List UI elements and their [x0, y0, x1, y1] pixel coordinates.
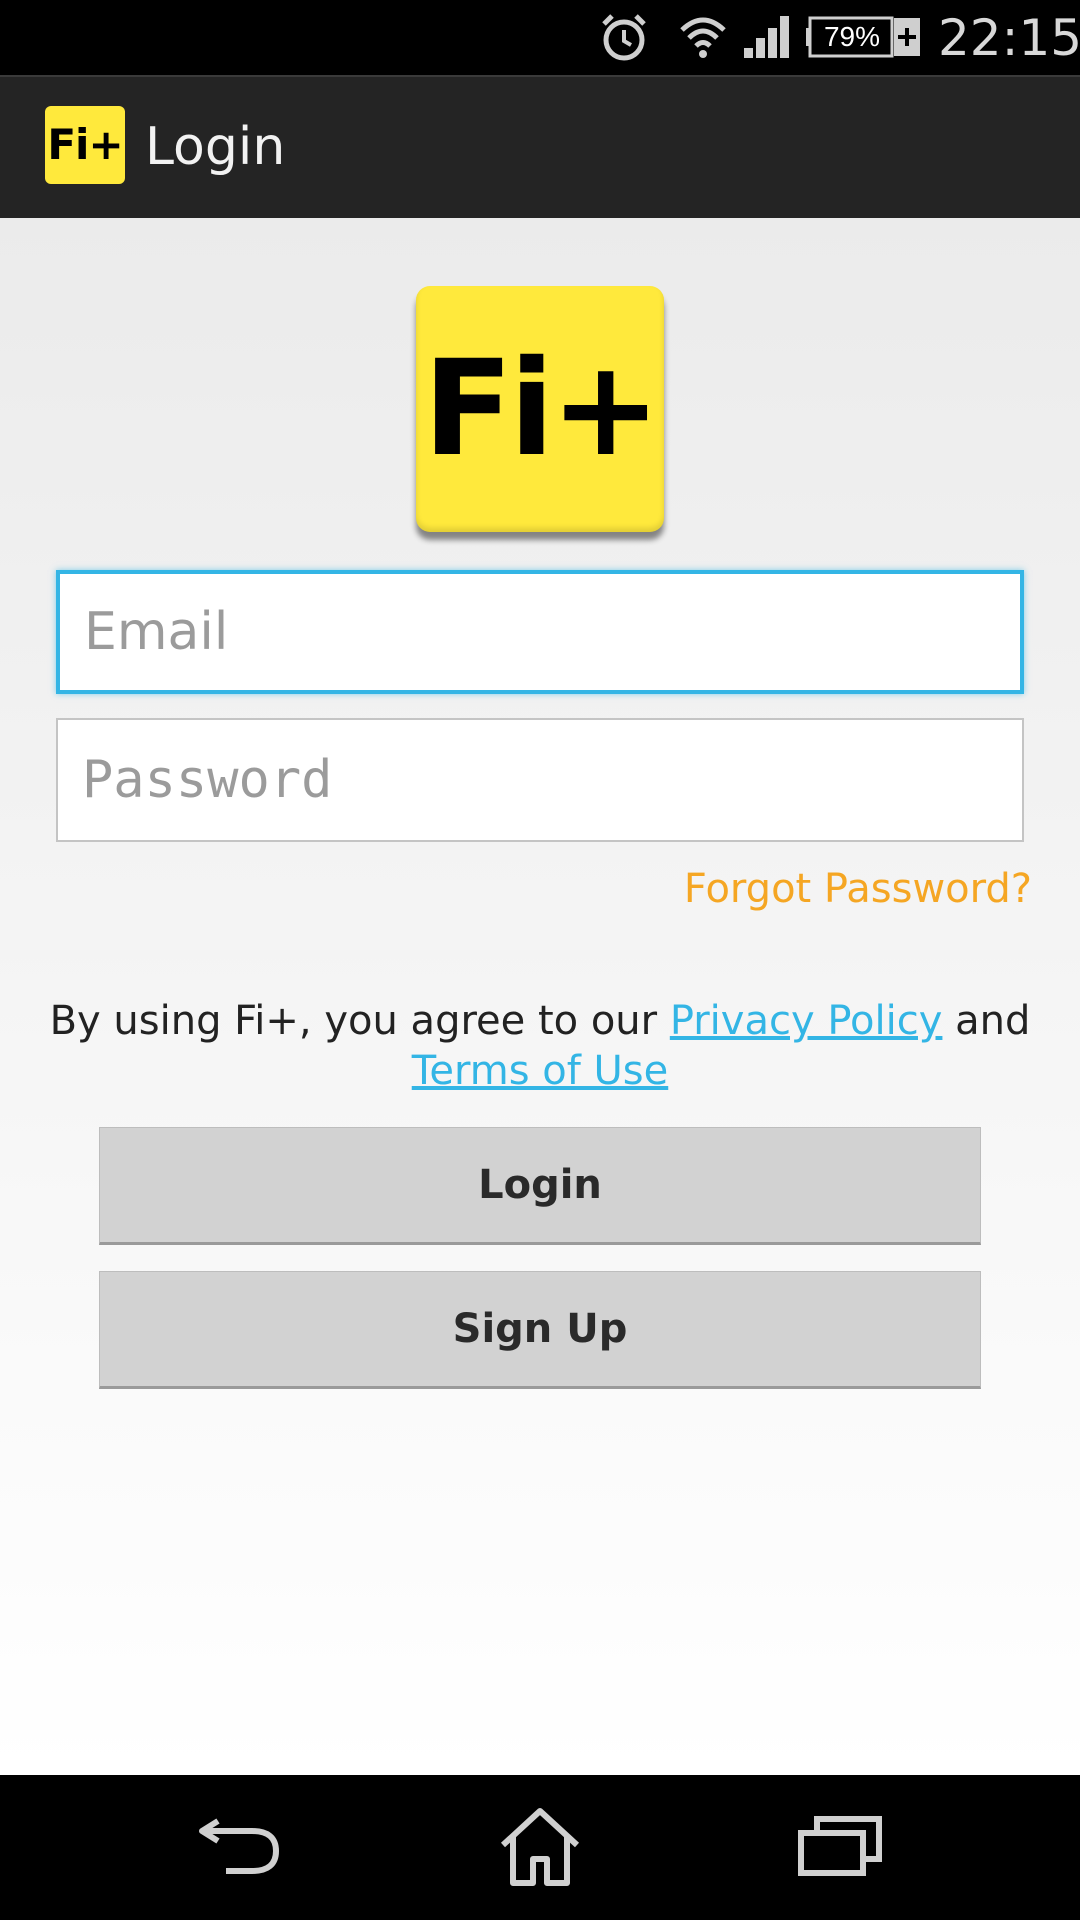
forgot-password-link[interactable]: Forgot Password? [684, 864, 1032, 914]
agreement-middle: and [942, 998, 1031, 1044]
alarm-icon [602, 14, 646, 61]
terms-of-use-link[interactable]: Terms of Use [412, 1048, 669, 1094]
signup-button[interactable]: Sign Up [99, 1271, 981, 1389]
wifi-icon [680, 17, 726, 58]
signal-icon [744, 16, 789, 58]
login-button[interactable]: Login [99, 1127, 981, 1245]
privacy-policy-link[interactable]: Privacy Policy [670, 998, 943, 1044]
recents-icon[interactable] [795, 1805, 885, 1889]
agreement-text: By using Fi+, you agree to our Privacy P… [40, 996, 1040, 1096]
login-form-container: Fi+ Forgot Password? By using Fi+, you a… [0, 218, 1080, 1775]
app-icon[interactable]: Fi+ [45, 106, 125, 184]
email-field[interactable] [56, 570, 1024, 694]
back-icon[interactable] [196, 1805, 286, 1889]
agreement-prefix: By using Fi+, you agree to our [49, 998, 670, 1044]
password-field[interactable] [56, 718, 1024, 842]
battery-percentage: 79% [823, 21, 881, 52]
action-bar: Fi+ Login [0, 75, 1080, 218]
app-logo: Fi+ [416, 286, 664, 532]
clock: 22:15 [938, 9, 1080, 67]
home-icon[interactable] [495, 1805, 585, 1889]
page-title: Login [145, 117, 286, 177]
navigation-bar [0, 1775, 1080, 1920]
status-bar: 79% 22:15 [0, 0, 1080, 75]
